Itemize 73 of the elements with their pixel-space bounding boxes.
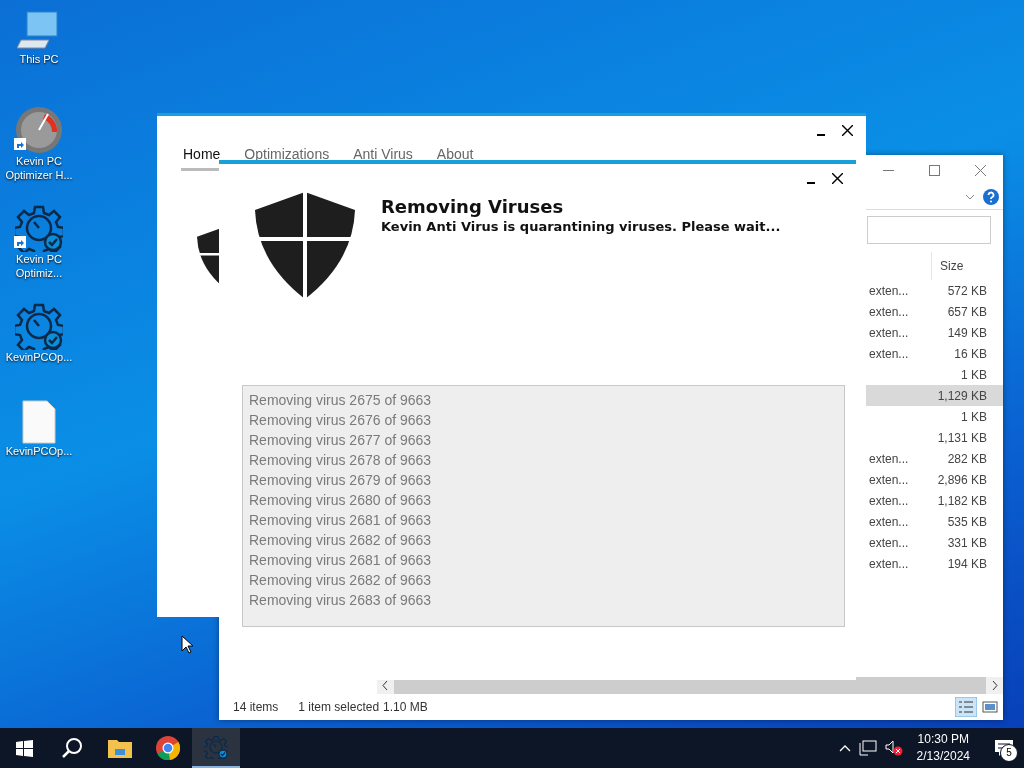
table-cell-text: exten... [868, 325, 910, 340]
desktop-icon-label[interactable]: KevinPCOp... [5, 350, 73, 364]
network-icon[interactable] [858, 740, 877, 756]
table-cell-text: exten... [868, 283, 910, 298]
table-cell-text: 194 KB [946, 556, 987, 571]
desktop-icon-label[interactable]: KevinPCOp... [5, 444, 73, 458]
browser-icon [156, 736, 180, 760]
table-cell-text: 572 KB [946, 283, 987, 298]
table-cell-text: 535 KB [946, 514, 987, 529]
chevron-down-icon[interactable] [965, 194, 975, 200]
dialog-message: Kevin Anti Virus is quarantining viruses. Please wait... [381, 219, 781, 234]
help-icon[interactable] [983, 189, 999, 205]
search-icon [61, 737, 83, 759]
close-icon [831, 172, 843, 184]
log-line: Removing virus 2678 of 9663 [249, 451, 433, 470]
table-cell-text: 1,129 KB [936, 388, 987, 403]
table-cell-text: exten... [868, 493, 910, 508]
taskbar-app-button[interactable] [192, 728, 240, 768]
table-cell-text: exten... [868, 451, 910, 466]
muted-speaker-icon[interactable] [884, 740, 903, 756]
clock[interactable]: 10:30 PM 2/13/2024 [910, 731, 976, 765]
table-cell-text: 657 KB [946, 304, 987, 319]
table-cell-text: exten... [868, 514, 910, 529]
folder-icon [108, 738, 132, 758]
table-cell-text: 16 KB [953, 346, 987, 361]
log-line: Removing virus 2682 of 9663 [249, 571, 433, 590]
minimize-icon [807, 181, 815, 184]
table-cell-text: 282 KB [946, 451, 987, 466]
column-header[interactable]: Size [931, 252, 987, 280]
table-cell-text: 1,182 KB [936, 493, 987, 508]
close-icon [841, 124, 853, 136]
scroll-right-icon[interactable] [986, 677, 1003, 694]
item-count: 14 items [233, 700, 279, 714]
selection-count: 1 item selected [298, 700, 380, 714]
log-line: Removing virus 2679 of 9663 [249, 471, 433, 490]
log-line: Removing virus 2681 of 9663 [249, 551, 433, 570]
desktop-icon-label[interactable]: Kevin PC Optimizer H... [0, 154, 78, 182]
details-view-icon[interactable] [955, 697, 977, 717]
notification-count: 5 [1000, 744, 1018, 762]
log-line: Removing virus 2675 of 9663 [249, 391, 433, 410]
log-line: Removing virus 2680 of 9663 [249, 491, 433, 510]
notification-button[interactable]: 5 [984, 728, 1024, 768]
desktop-icon-label[interactable]: This PC [19, 52, 59, 66]
table-cell-text: exten... [868, 535, 910, 550]
table-cell-text: 1 KB [960, 367, 987, 382]
dialog-title: Removing Viruses [381, 196, 565, 217]
table-cell-text: 2,896 KB [936, 472, 987, 487]
close-icon [974, 164, 986, 176]
gear-icon [204, 735, 228, 759]
log-line: Removing virus 2682 of 9663 [249, 531, 433, 550]
table-cell-text: 331 KB [946, 535, 987, 550]
log-line: Removing virus 2683 of 9663 [249, 591, 433, 610]
log-line: Removing virus 2677 of 9663 [249, 431, 433, 450]
windows-logo-icon [15, 739, 33, 757]
file-icon [21, 400, 57, 444]
table-cell-text: exten... [868, 304, 910, 319]
desktop-icon-label[interactable]: Kevin PC Optimiz... [0, 252, 78, 280]
gear-gauge-icon [15, 302, 63, 350]
table-cell-text: 149 KB [946, 325, 987, 340]
table-cell-text: exten... [868, 556, 910, 571]
minimize-icon [817, 133, 825, 136]
computer-icon [17, 8, 61, 52]
selection-size: 1.10 MB [383, 700, 428, 714]
log-line: Removing virus 2676 of 9663 [249, 411, 433, 430]
speedometer-icon [15, 106, 63, 154]
mouse-cursor-icon [181, 635, 193, 654]
gear-gauge-icon [15, 204, 63, 252]
maximize-icon [928, 164, 940, 176]
table-cell-text: exten... [868, 472, 910, 487]
search-field[interactable] [867, 216, 991, 244]
chevron-up-icon[interactable] [838, 744, 851, 752]
table-cell-text: exten... [868, 346, 910, 361]
log-line: Removing virus 2681 of 9663 [249, 511, 433, 530]
